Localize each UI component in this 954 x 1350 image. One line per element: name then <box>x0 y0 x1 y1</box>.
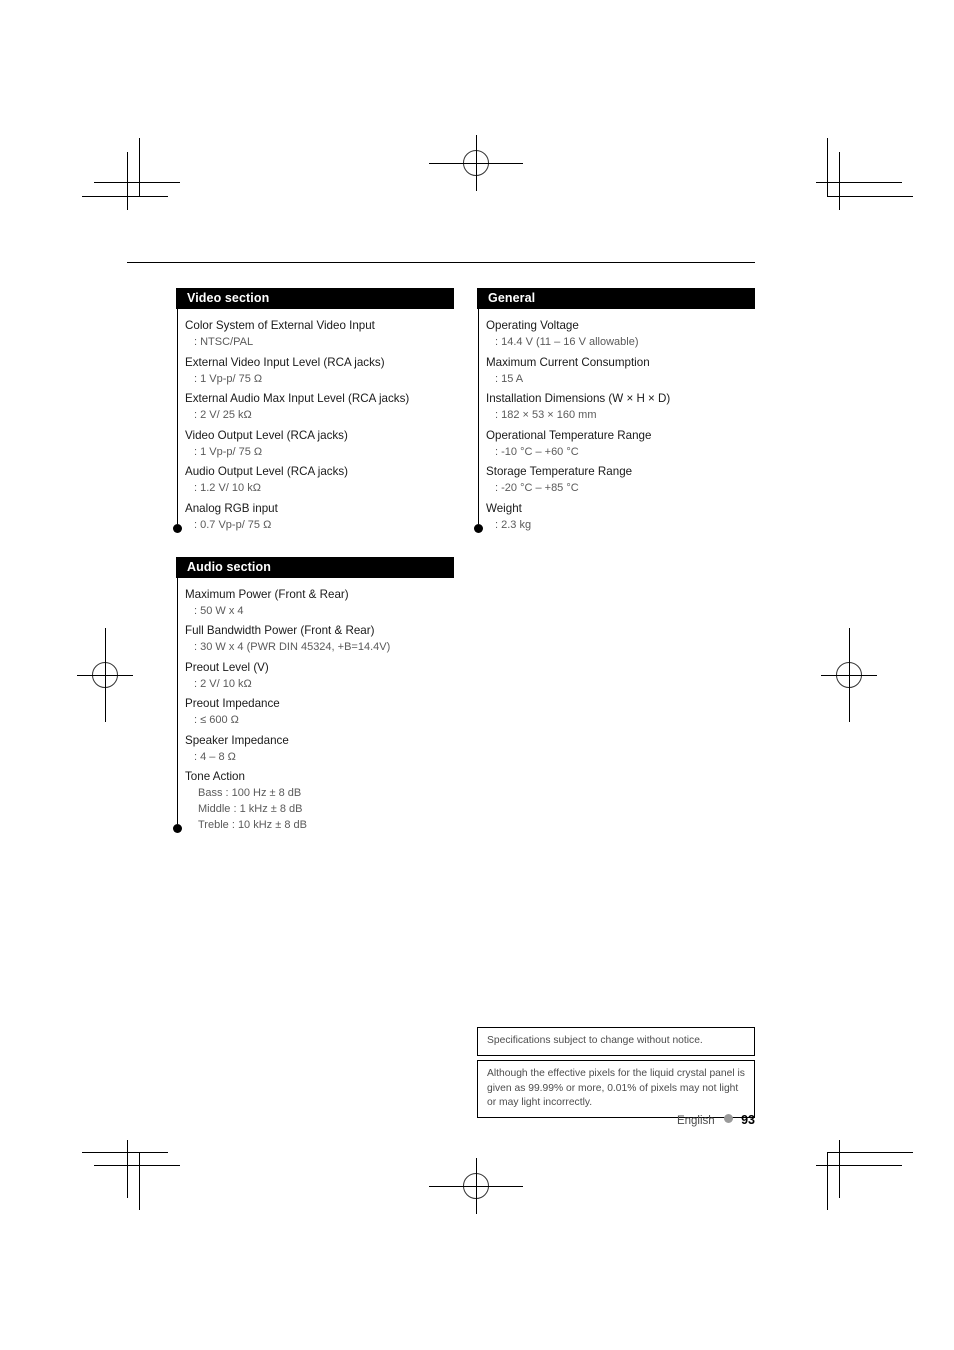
spec-value: : 50 W x 4 <box>194 604 244 617</box>
crop-mark-bottom-right-inner-v <box>839 1140 840 1198</box>
spec-name: Color System of External Video Input <box>185 319 375 332</box>
spec-name: Operational Temperature Range <box>486 428 652 442</box>
spec-item: Maximum Power (Front & Rear) : 50 W x 4 <box>185 586 454 619</box>
spec-value: : 182 × 53 × 160 mm <box>495 409 597 421</box>
spec-name: Maximum Power (Front & Rear) <box>185 587 349 601</box>
spec-item: External Audio Max Input Level (RCA jack… <box>185 390 454 423</box>
spec-value: : 2 V/ 10 kΩ <box>194 677 252 690</box>
spec-item: Preout Impedance : ≤ 600 Ω <box>185 695 454 728</box>
crop-mark-top-left-inner-h <box>94 182 180 183</box>
crop-mark-bottom-left-inner-v <box>127 1140 128 1198</box>
spec-item: Full Bandwidth Power (Front & Rear) : 30… <box>185 622 454 655</box>
crop-mark-top-right-inner-h <box>816 182 902 183</box>
spec-item: Color System of External Video Input : N… <box>185 317 454 350</box>
registration-vline <box>849 628 850 722</box>
spec-name: Analog RGB input <box>185 501 278 515</box>
page-number: 93 <box>741 1113 755 1127</box>
spec-name: Full Bandwidth Power (Front & Rear) <box>185 624 375 637</box>
section-body-general: Operating Voltage : 14.4 V (11 – 16 V al… <box>474 309 755 533</box>
spec-value: : ≤ 600 Ω <box>194 714 239 726</box>
page-footer: English 93 <box>477 1113 755 1127</box>
spec-value: : 1 Vp-p/ 75 Ω <box>194 372 263 385</box>
spec-name: Maximum Current Consumption <box>486 355 650 369</box>
spec-name: Audio Output Level (RCA jacks) <box>185 465 349 478</box>
crop-mark-bottom-right-outer-v <box>827 1152 828 1210</box>
crop-mark-bottom-left-outer-v <box>139 1152 140 1210</box>
spec-name: External Audio Max Input Level (RCA jack… <box>185 392 410 405</box>
section-header-audio: Audio section <box>176 556 454 578</box>
spec-item: Operational Temperature Range : -10 °C –… <box>486 427 755 460</box>
spec-name: Storage Temperature Range <box>486 465 633 478</box>
spec-value: : 2.3 kg <box>495 518 532 531</box>
spec-value: : 4 – 8 Ω <box>194 750 236 763</box>
spec-value: : NTSC/PAL <box>194 336 254 348</box>
spec-subvalue: Treble : 10 kHz ± 8 dB <box>198 819 307 831</box>
crop-mark-top-left-inner-v <box>127 152 128 210</box>
spec-item: Maximum Current Consumption : 15 A <box>486 354 755 387</box>
crop-mark-top-right-inner-v <box>839 152 840 210</box>
spec-item: Preout Level (V) : 2 V/ 10 kΩ <box>185 659 454 692</box>
spec-block-video: Video section Color System of External V… <box>173 288 454 533</box>
spec-value: : 15 A <box>495 372 524 385</box>
registration-vline <box>476 1158 477 1214</box>
section-header-video: Video section <box>176 288 454 309</box>
spec-name: Preout Impedance <box>185 697 280 710</box>
spec-item: Installation Dimensions (W × H × D) : 18… <box>486 390 755 423</box>
right-column: General Operating Voltage : 14.4 V (11 –… <box>474 288 755 536</box>
spec-item: Analog RGB input : 0.7 Vp-p/ 75 Ω <box>185 500 454 533</box>
note-lcd-pixels: Although the effective pixels for the li… <box>477 1060 755 1118</box>
crop-mark-bottom-left-outer-h <box>82 1152 168 1153</box>
crop-mark-top-left-outer-h <box>82 196 168 197</box>
spec-value: : 0.7 Vp-p/ 75 Ω <box>194 518 272 531</box>
spec-subvalue: Middle : 1 kHz ± 8 dB <box>198 803 303 815</box>
spec-name: Tone Action <box>185 770 245 783</box>
spec-item: Tone Action Bass : 100 Hz ± 8 dB Middle … <box>185 768 454 833</box>
spec-name: Video Output Level (RCA jacks) <box>185 428 348 442</box>
crop-mark-bottom-left-inner-h <box>94 1165 180 1166</box>
section-header-general: General <box>477 288 755 309</box>
left-column: Video section Color System of External V… <box>173 288 454 837</box>
crop-mark-top-left-outer-v <box>139 138 140 196</box>
spec-name: External Video Input Level (RCA jacks) <box>185 355 385 369</box>
spec-name: Speaker Impedance <box>185 733 289 747</box>
spec-item: Video Output Level (RCA jacks) : 1 Vp-p/… <box>185 427 454 460</box>
spec-name: Operating Voltage <box>486 319 579 332</box>
spec-item: Weight : 2.3 kg <box>486 500 755 533</box>
spec-block-general: General Operating Voltage : 14.4 V (11 –… <box>474 288 755 533</box>
section-body-audio: Maximum Power (Front & Rear) : 50 W x 4 … <box>173 577 454 834</box>
spec-name: Installation Dimensions (W × H × D) <box>486 392 671 405</box>
spec-value: : -10 °C – +60 °C <box>495 445 579 458</box>
note-specifications-change: Specifications subject to change without… <box>477 1027 755 1056</box>
crop-mark-top-right-outer-v <box>827 138 828 196</box>
spec-value: : 1 Vp-p/ 75 Ω <box>194 445 263 458</box>
footer-dot-icon <box>723 1114 733 1123</box>
crop-mark-bottom-right-inner-h <box>816 1165 902 1166</box>
footer-language-label: English <box>676 1115 715 1127</box>
registration-vline <box>105 628 106 722</box>
spec-value: : 30 W x 4 (PWR DIN 45324, +B=14.4V) <box>194 641 391 653</box>
spec-name: Weight <box>486 501 522 515</box>
spec-block-audio: Audio section Maximum Power (Front & Rea… <box>173 556 454 834</box>
page-header-rule <box>127 262 755 263</box>
spec-name: Preout Level (V) <box>185 660 269 674</box>
spec-value: : 1.2 V/ 10 kΩ <box>194 482 261 494</box>
spec-value: : 2 V/ 25 kΩ <box>194 409 252 421</box>
spec-item: Audio Output Level (RCA jacks) : 1.2 V/ … <box>185 463 454 496</box>
registration-vline <box>476 135 477 191</box>
section-body-video: Color System of External Video Input : N… <box>173 309 454 533</box>
spec-value: : 14.4 V (11 – 16 V allowable) <box>495 336 639 348</box>
spec-value: : -20 °C – +85 °C <box>495 482 579 494</box>
spec-item: Storage Temperature Range : -20 °C – +85… <box>486 463 755 496</box>
spec-item: External Video Input Level (RCA jacks) :… <box>185 354 454 387</box>
spec-item: Speaker Impedance : 4 – 8 Ω <box>185 732 454 765</box>
spec-subvalue: Bass : 100 Hz ± 8 dB <box>198 787 302 799</box>
spec-item: Operating Voltage : 14.4 V (11 – 16 V al… <box>486 317 755 350</box>
